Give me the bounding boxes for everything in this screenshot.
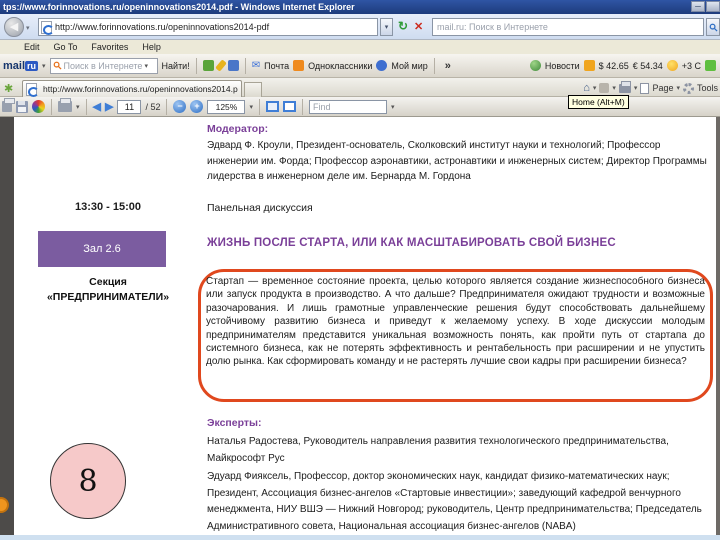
home-button-icon[interactable]: ⌂ bbox=[583, 82, 590, 94]
pen-icon[interactable] bbox=[214, 59, 227, 72]
mailru-toolbar: mail ru ▾ Поиск в Интернете ▾ Найти! ✉ По… bbox=[0, 54, 720, 78]
pdf-viewport: Модератор: Эдвард Ф. Кроули, Президент-о… bbox=[0, 117, 720, 540]
address-bar-row: ◀ ▾ http://www.forinnovations.ru/openinn… bbox=[0, 14, 720, 40]
weather-temp[interactable]: +3 C bbox=[682, 61, 701, 71]
bottom-edge-strip bbox=[0, 535, 720, 540]
search-go-button[interactable] bbox=[706, 18, 720, 36]
mailru-search-input[interactable]: Поиск в Интернете ▾ bbox=[49, 57, 158, 74]
find-input[interactable]: Find bbox=[308, 99, 387, 114]
page-total-label: / 52 bbox=[145, 101, 161, 112]
address-url: http://www.forinnovations.ru/openinnovat… bbox=[55, 22, 270, 32]
zoom-out-icon[interactable]: − bbox=[173, 100, 187, 113]
zoom-dropdown-icon[interactable]: ▾ bbox=[249, 103, 253, 111]
menu-bar: Edit Go To Favorites Help bbox=[0, 40, 720, 54]
section-label: Секция «ПРЕДПРИНИМАТЕЛИ» bbox=[46, 276, 170, 303]
adobe-pinwheel-icon[interactable] bbox=[32, 100, 45, 113]
page-dropdown-icon[interactable]: ▾ bbox=[676, 84, 680, 92]
favorites-star-icon[interactable]: ✱ bbox=[4, 82, 13, 95]
mailru-search-dropdown-icon[interactable]: ▾ bbox=[144, 62, 148, 70]
maximize-button[interactable] bbox=[706, 1, 720, 12]
tools-gear-icon bbox=[682, 82, 694, 94]
session-type: Панельная дискуссия bbox=[207, 202, 313, 214]
find-dropdown-icon[interactable]: ▾ bbox=[391, 103, 395, 111]
fit-width-icon[interactable] bbox=[265, 101, 279, 112]
fit-page-icon[interactable] bbox=[282, 101, 296, 112]
room-label: Зал 2.6 bbox=[38, 231, 166, 267]
zoom-level-select[interactable]: 125% bbox=[207, 99, 246, 114]
news-globe-icon bbox=[529, 60, 541, 71]
ie-window: tps://www.forinnovations.ru/openinnovati… bbox=[0, 0, 720, 540]
moimir-link[interactable]: Мой мир bbox=[391, 61, 427, 71]
expert-entry: Эдуард Фияксель, Профессор, доктор эконо… bbox=[207, 471, 702, 532]
mailru-logo-dropdown-icon[interactable]: ▾ bbox=[42, 62, 46, 70]
page-favicon-icon bbox=[41, 20, 54, 35]
mailru-mail-link[interactable]: Почта bbox=[264, 61, 289, 71]
pdf-save-icon[interactable] bbox=[16, 100, 28, 113]
stop-icon[interactable]: ✕ bbox=[414, 20, 423, 33]
magnifier-icon bbox=[53, 61, 62, 70]
pdf-print-dropdown-icon[interactable]: ▾ bbox=[76, 103, 80, 111]
session-time: 13:30 - 15:00 bbox=[74, 201, 142, 213]
feed-dropdown-icon[interactable]: ▾ bbox=[612, 84, 616, 92]
moderator-label: Модератор: bbox=[207, 123, 269, 135]
archive-icon[interactable] bbox=[227, 60, 239, 71]
moimir-icon bbox=[376, 60, 388, 71]
session-title: ЖИЗНЬ ПОСЛЕ СТАРТА, ИЛИ КАК МАСШТАБИРОВА… bbox=[207, 237, 616, 249]
moderator-text: Эдвард Ф. Кроули, Президент-основатель, … bbox=[207, 140, 707, 182]
active-tab[interactable]: http://www.forinnovations.ru/openinnovat… bbox=[22, 80, 242, 97]
next-page-icon[interactable]: ▶ bbox=[105, 100, 113, 113]
search-icon bbox=[709, 23, 718, 32]
slide-number-badge: 8 bbox=[50, 443, 126, 519]
pdf-print-icon[interactable] bbox=[2, 98, 15, 112]
tools-menu-button[interactable]: Tools bbox=[697, 83, 718, 93]
tab-title: http://www.forinnovations.ru/openinnovat… bbox=[43, 84, 238, 94]
search-input[interactable]: mail.ru: Поиск в Интернете bbox=[432, 18, 704, 36]
refresh-icon[interactable]: ↻ bbox=[398, 19, 408, 33]
news-link[interactable]: Новости bbox=[545, 61, 580, 71]
page-menu-button[interactable]: Page bbox=[652, 83, 673, 93]
page-number-input[interactable]: 11 bbox=[117, 99, 142, 114]
back-dropdown-icon[interactable]: ▾ bbox=[26, 24, 30, 32]
mailru-logo[interactable]: mail ru bbox=[3, 60, 39, 72]
experts-label: Эксперты: bbox=[207, 417, 262, 429]
back-button[interactable]: ◀ bbox=[4, 17, 24, 37]
home-tooltip: Home (Alt+M) bbox=[568, 95, 629, 109]
pdf-navigation-strip[interactable] bbox=[0, 117, 14, 540]
address-dropdown-button[interactable]: ▾ bbox=[380, 18, 393, 36]
title-bar: tps://www.forinnovations.ru/openinnovati… bbox=[0, 0, 720, 14]
odnoklassniki-icon bbox=[293, 60, 305, 71]
command-bar: ⌂ ▾ ▾ ▾ Page ▾ Tools bbox=[583, 80, 718, 96]
menu-help[interactable]: Help bbox=[142, 42, 161, 52]
weather-sun-icon bbox=[666, 60, 678, 71]
pdf-email-print-icon[interactable] bbox=[58, 98, 72, 112]
odnoklassniki-link[interactable]: Одноклассники bbox=[308, 61, 372, 71]
home-dropdown-icon[interactable]: ▾ bbox=[593, 84, 597, 92]
mail-icon: ✉ bbox=[251, 60, 261, 71]
menu-goto[interactable]: Go To bbox=[54, 42, 78, 52]
window-title: tps://www.forinnovations.ru/openinnovati… bbox=[3, 2, 355, 12]
rss-feed-icon[interactable] bbox=[599, 83, 610, 93]
minimize-button[interactable]: ─ bbox=[691, 1, 705, 12]
tab-favicon-icon bbox=[26, 82, 39, 97]
usd-rate[interactable]: $ 42.65 bbox=[599, 61, 629, 71]
orange-widget-icon[interactable] bbox=[583, 60, 595, 71]
pdf-page: Модератор: Эдвард Ф. Кроули, Президент-о… bbox=[14, 117, 716, 535]
menu-edit[interactable]: Edit bbox=[24, 42, 40, 52]
eur-rate[interactable]: € 54.34 bbox=[633, 61, 663, 71]
previous-page-icon[interactable]: ◀ bbox=[93, 100, 101, 113]
expert-entry: Наталья Радостева, Руководитель направле… bbox=[207, 436, 669, 464]
toolbar-overflow-chevron-icon[interactable]: » bbox=[445, 60, 451, 72]
mailru-find-button[interactable]: Найти! bbox=[162, 61, 190, 71]
new-tab-button[interactable] bbox=[244, 82, 262, 97]
address-input[interactable]: http://www.forinnovations.ru/openinnovat… bbox=[38, 18, 378, 36]
status-green-icon[interactable] bbox=[705, 60, 716, 71]
session-abstract: Стартап — временное состояние проекта, ц… bbox=[206, 276, 705, 368]
print-dropdown-icon[interactable]: ▾ bbox=[634, 84, 638, 92]
translate-icon[interactable] bbox=[202, 60, 214, 71]
page-menu-icon bbox=[640, 82, 650, 94]
menu-favorites[interactable]: Favorites bbox=[91, 42, 128, 52]
print-button-icon[interactable] bbox=[618, 80, 631, 93]
zoom-in-icon[interactable]: + bbox=[190, 100, 204, 113]
